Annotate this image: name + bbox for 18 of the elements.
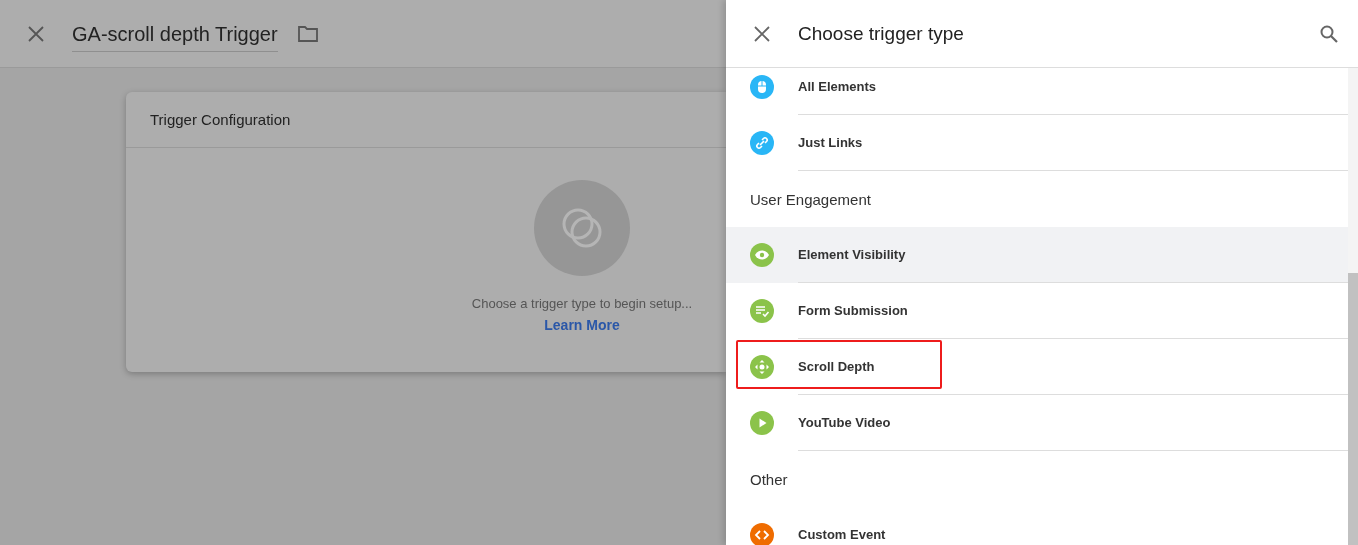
trigger-type-item[interactable]: Scroll Depth [726, 339, 1348, 395]
panel-title: Choose trigger type [798, 22, 965, 45]
trigger-placeholder-icon [534, 180, 630, 276]
search-icon[interactable] [1320, 24, 1338, 43]
close-icon[interactable] [28, 25, 44, 42]
section-heading: Other [750, 470, 788, 488]
folder-icon[interactable] [297, 25, 318, 42]
trigger-name-field[interactable]: GA-scroll depth Trigger [72, 19, 278, 52]
card-title: Trigger Configuration [150, 111, 291, 128]
trigger-type-item[interactable]: Just Links [726, 115, 1348, 171]
setup-hint: Choose a trigger type to begin setup... [471, 296, 693, 311]
scrollbar-thumb[interactable] [1348, 273, 1358, 545]
trigger-type-item[interactable]: Form Submission [726, 283, 1348, 339]
trigger-type-item[interactable]: YouTube Video [726, 395, 1348, 451]
trigger-type-item[interactable]: Element Visibility [726, 227, 1348, 283]
section-heading: User Engagement [750, 190, 871, 208]
trigger-type-item[interactable]: All Elements [726, 68, 1348, 115]
close-icon[interactable] [754, 25, 770, 42]
